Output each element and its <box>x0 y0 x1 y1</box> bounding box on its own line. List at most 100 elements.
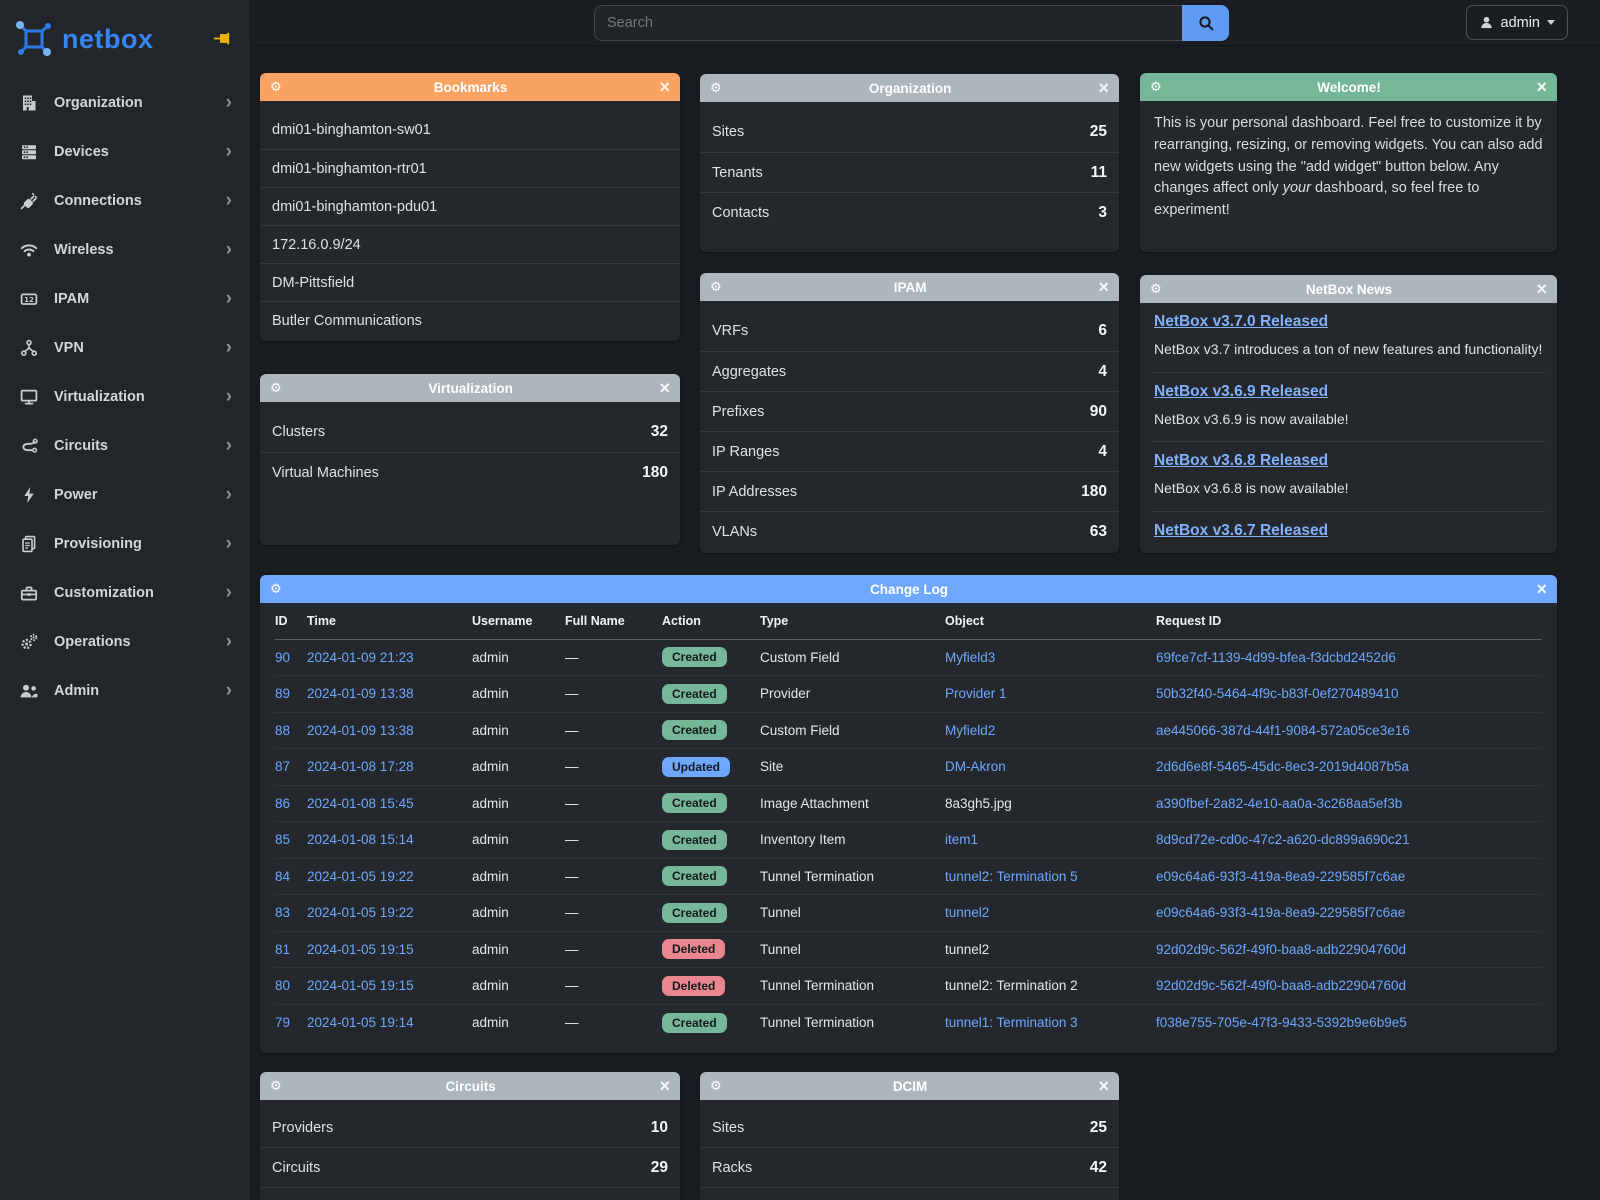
sidebar-item-connections[interactable]: Connections › <box>0 176 250 225</box>
sidebar-item-power[interactable]: Power › <box>0 470 250 519</box>
action-badge[interactable]: Created <box>662 830 727 850</box>
sidebar-item-customization[interactable]: Customization › <box>0 568 250 617</box>
bookmark-link[interactable]: dmi01-binghamton-rtr01 <box>272 161 427 177</box>
gear-icon[interactable]: ⚙ <box>270 80 282 95</box>
close-icon[interactable]: × <box>659 78 670 96</box>
search-button[interactable] <box>1182 5 1229 41</box>
request-id-link[interactable]: 69fce7cf-1139-4d99-bfea-f3dcbd2452d6 <box>1156 650 1396 665</box>
sidebar-item-circuits[interactable]: Circuits › <box>0 421 250 470</box>
request-id-link[interactable]: e09c64a6-93f3-419a-8ea9-229585f7c6ae <box>1156 869 1405 884</box>
close-icon[interactable]: × <box>1098 79 1109 97</box>
column-header[interactable]: Full Name <box>565 603 662 639</box>
stat-label[interactable]: Clusters <box>272 424 325 440</box>
column-header[interactable]: ID <box>275 603 307 639</box>
stat-label[interactable]: Circuits <box>272 1160 320 1176</box>
request-id-link[interactable]: 92d02d9c-562f-49f0-baa8-adb22904760d <box>1156 978 1406 993</box>
request-id-link[interactable]: ae445066-387d-44f1-9084-572a05ce3e16 <box>1156 723 1410 738</box>
change-id-link[interactable]: 79 <box>275 1015 290 1030</box>
action-badge[interactable]: Created <box>662 684 727 704</box>
gear-icon[interactable]: ⚙ <box>1150 80 1162 95</box>
change-time-link[interactable]: 2024-01-08 15:45 <box>307 796 414 811</box>
close-icon[interactable]: × <box>1536 280 1547 298</box>
object-link[interactable]: item1 <box>945 832 978 847</box>
bookmark-link[interactable]: dmi01-binghamton-pdu01 <box>272 199 437 215</box>
stat-label[interactable]: Contacts <box>712 205 769 221</box>
column-header[interactable]: Type <box>760 603 945 639</box>
sidebar-item-provisioning[interactable]: Provisioning › <box>0 519 250 568</box>
column-header[interactable]: Request ID <box>1156 603 1542 639</box>
stat-label[interactable]: VLANs <box>712 524 757 540</box>
pin-sidebar-icon[interactable] <box>212 30 232 48</box>
object-link[interactable]: DM-Akron <box>945 759 1006 774</box>
action-badge[interactable]: Created <box>662 903 727 923</box>
stat-label[interactable]: Sites <box>712 1120 744 1136</box>
stat-label[interactable]: Racks <box>712 1160 752 1176</box>
action-badge[interactable]: Deleted <box>662 976 725 996</box>
stat-label[interactable]: Aggregates <box>712 364 786 380</box>
change-time-link[interactable]: 2024-01-05 19:22 <box>307 869 414 884</box>
close-icon[interactable]: × <box>659 1077 670 1095</box>
request-id-link[interactable]: f038e755-705e-47f3-9433-5392b9e6b9e5 <box>1156 1015 1407 1030</box>
action-badge[interactable]: Created <box>662 720 727 740</box>
sidebar-item-operations[interactable]: Operations › <box>0 617 250 666</box>
column-header[interactable]: Object <box>945 603 1156 639</box>
sidebar-item-ipam[interactable]: 12 IPAM › <box>0 274 250 323</box>
stat-label[interactable]: Providers <box>272 1120 333 1136</box>
object-link[interactable]: Myfield3 <box>945 650 995 665</box>
change-time-link[interactable]: 2024-01-09 13:38 <box>307 686 414 701</box>
gear-icon[interactable]: ⚙ <box>710 1079 722 1094</box>
sidebar-item-wireless[interactable]: Wireless › <box>0 225 250 274</box>
change-id-link[interactable]: 81 <box>275 942 290 957</box>
stat-label[interactable]: Tenants <box>712 165 763 181</box>
close-icon[interactable]: × <box>1098 278 1109 296</box>
sidebar-item-organization[interactable]: Organization › <box>0 78 250 127</box>
search-input[interactable] <box>594 5 1182 41</box>
action-badge[interactable]: Created <box>662 647 727 667</box>
request-id-link[interactable]: a390fbef-2a82-4e10-aa0a-3c268aa5ef3b <box>1156 796 1402 811</box>
change-time-link[interactable]: 2024-01-05 19:14 <box>307 1015 414 1030</box>
change-time-link[interactable]: 2024-01-05 19:15 <box>307 942 414 957</box>
stat-label[interactable]: Prefixes <box>712 404 764 420</box>
bookmark-item[interactable]: dmi01-binghamton-rtr01 <box>260 149 680 187</box>
change-time-link[interactable]: 2024-01-09 13:38 <box>307 723 414 738</box>
change-id-link[interactable]: 90 <box>275 650 290 665</box>
user-menu-button[interactable]: admin <box>1466 5 1569 40</box>
change-id-link[interactable]: 87 <box>275 759 290 774</box>
gear-icon[interactable]: ⚙ <box>270 381 282 396</box>
brand[interactable]: netbox <box>0 0 250 78</box>
action-badge[interactable]: Created <box>662 866 727 886</box>
close-icon[interactable]: × <box>1536 580 1547 598</box>
change-time-link[interactable]: 2024-01-08 15:14 <box>307 832 414 847</box>
action-badge[interactable]: Created <box>662 793 727 813</box>
object-link[interactable]: Myfield2 <box>945 723 995 738</box>
change-id-link[interactable]: 83 <box>275 905 290 920</box>
bookmark-item[interactable]: Butler Communications <box>260 301 680 339</box>
gear-icon[interactable]: ⚙ <box>710 280 722 295</box>
change-id-link[interactable]: 80 <box>275 978 290 993</box>
action-badge[interactable]: Deleted <box>662 939 725 959</box>
close-icon[interactable]: × <box>659 379 670 397</box>
news-link[interactable]: NetBox v3.6.8 Released <box>1154 452 1328 470</box>
stat-label[interactable]: IP Ranges <box>712 444 779 460</box>
action-badge[interactable]: Created <box>662 1013 727 1033</box>
bookmark-item[interactable]: dmi01-binghamton-pdu01 <box>260 187 680 225</box>
gear-icon[interactable]: ⚙ <box>270 582 282 597</box>
object-link[interactable]: tunnel2 <box>945 905 989 920</box>
bookmark-link[interactable]: DM-Pittsfield <box>272 275 354 291</box>
change-id-link[interactable]: 84 <box>275 869 290 884</box>
stat-label[interactable]: Virtual Machines <box>272 465 379 481</box>
gear-icon[interactable]: ⚙ <box>1150 282 1162 297</box>
bookmark-item[interactable]: 172.16.0.9/24 <box>260 225 680 263</box>
column-header[interactable]: Action <box>662 603 760 639</box>
change-time-link[interactable]: 2024-01-08 17:28 <box>307 759 414 774</box>
change-id-link[interactable]: 89 <box>275 686 290 701</box>
stat-label[interactable]: Sites <box>712 124 744 140</box>
stat-label[interactable]: IP Addresses <box>712 484 797 500</box>
gear-icon[interactable]: ⚙ <box>270 1079 282 1094</box>
change-time-link[interactable]: 2024-01-05 19:15 <box>307 978 414 993</box>
news-link[interactable]: NetBox v3.6.7 Released <box>1154 522 1328 540</box>
bookmark-link[interactable]: dmi01-binghamton-sw01 <box>272 122 431 138</box>
gear-icon[interactable]: ⚙ <box>710 81 722 96</box>
sidebar-item-vpn[interactable]: VPN › <box>0 323 250 372</box>
close-icon[interactable]: × <box>1098 1077 1109 1095</box>
